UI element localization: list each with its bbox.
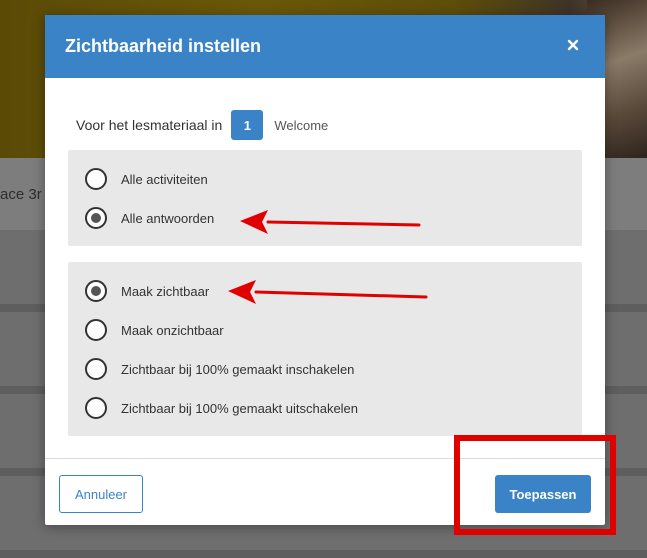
chapter-number-badge: 1 — [231, 110, 264, 140]
radio-button[interactable] — [85, 358, 107, 380]
radio-button[interactable] — [85, 207, 107, 229]
radio-button[interactable] — [85, 168, 107, 190]
background-heading: ace 3r — [0, 186, 42, 203]
apply-button[interactable]: Toepassen — [495, 475, 591, 513]
dialog-footer: Annuleer Toepassen — [45, 458, 605, 526]
visibility-dialog: Zichtbaarheid instellen Voor het lesmate… — [45, 15, 605, 525]
radio-label: Alle antwoorden — [121, 210, 215, 226]
radio-label: Zichtbaar bij 100% gemaakt inschakelen — [121, 361, 355, 377]
radio-label: Maak onzichtbaar — [121, 322, 224, 338]
close-button[interactable] — [561, 33, 585, 57]
radio-button[interactable] — [85, 280, 107, 302]
dialog-header: Zichtbaarheid instellen — [45, 15, 605, 78]
dialog-title: Zichtbaarheid instellen — [65, 36, 262, 56]
radio-button[interactable] — [85, 319, 107, 341]
radio-option-all-answers[interactable]: Alle antwoorden — [85, 205, 214, 231]
scope-line: Voor het lesmateriaal in 1 Welcome — [76, 110, 328, 140]
radio-option-make-invisible[interactable]: Maak onzichtbaar — [85, 317, 224, 343]
radio-label: Zichtbaar bij 100% gemaakt uitschakelen — [121, 400, 359, 416]
radio-option-disable-visible-at-100[interactable]: Zichtbaar bij 100% gemaakt uitschakelen — [85, 395, 358, 421]
cancel-button[interactable]: Annuleer — [59, 475, 143, 513]
scope-label: Voor het lesmateriaal in — [76, 117, 223, 133]
chapter-name: Welcome — [274, 117, 329, 133]
radio-label: Alle activiteiten — [121, 171, 208, 187]
radio-label: Maak zichtbaar — [121, 283, 210, 299]
radio-button[interactable] — [85, 397, 107, 419]
radio-option-make-visible[interactable]: Maak zichtbaar — [85, 278, 209, 304]
visibility-option-group: Maak zichtbaar Maak onzichtbaar Zichtbaa… — [68, 262, 582, 436]
target-option-group: Alle activiteiten Alle antwoorden — [68, 150, 582, 246]
close-icon — [567, 39, 579, 51]
radio-option-enable-visible-at-100[interactable]: Zichtbaar bij 100% gemaakt inschakelen — [85, 356, 354, 382]
radio-option-all-activities[interactable]: Alle activiteiten — [85, 166, 208, 192]
